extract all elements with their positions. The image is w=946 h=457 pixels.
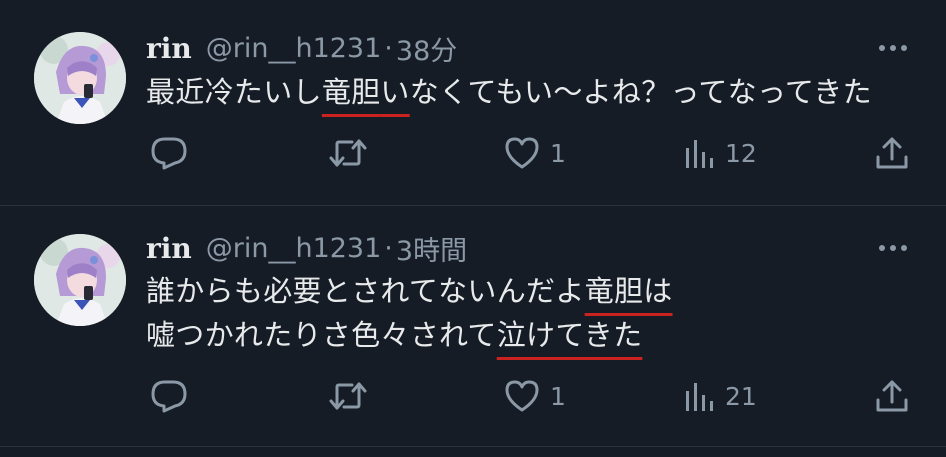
- heart-icon: [505, 137, 539, 169]
- separator-dot: ·: [384, 232, 393, 264]
- more-icon-dot: [901, 245, 907, 251]
- action-bar: 1 21: [0, 371, 946, 421]
- divider: [0, 446, 946, 447]
- views-button[interactable]: 21: [683, 371, 757, 421]
- text-segment: 最近冷たいし: [146, 75, 322, 109]
- views-icon: [686, 383, 713, 411]
- avatar[interactable]: [34, 234, 126, 326]
- text-segment: 誰からも必要とされてないんだよ: [146, 274, 585, 308]
- text-segment: 嘘つかれたりさ色々されて: [146, 318, 497, 352]
- like-count: 1: [550, 381, 566, 411]
- display-name[interactable]: rin: [146, 32, 192, 65]
- more-button[interactable]: [874, 36, 912, 60]
- post-time[interactable]: 3時間: [396, 229, 467, 268]
- timeline: rin @rin__h1231 · 38分 最近冷たいし竜胆いなくてもい〜よね？…: [0, 0, 946, 457]
- underlined-text: 竜胆: [321, 75, 381, 109]
- post-text: 誰からも必要とされてないんだよ竜胆は 嘘つかれたりさ色々されて泣けてきた: [146, 269, 926, 357]
- post-text-line: 最近冷たいし竜胆いなくてもい〜よね？ってなってきた: [146, 70, 926, 114]
- share-icon: [876, 137, 908, 169]
- post-header: rin @rin__h1231 · 38分: [146, 28, 457, 68]
- post-text-line: 嘘つかれたりさ色々されて泣けてきた: [146, 313, 926, 357]
- text-segment: なくてもい〜よね？ってなってきた: [409, 75, 872, 109]
- user-handle[interactable]: @rin__h1231: [206, 33, 382, 64]
- underlined-text: 泣けてきた: [496, 318, 643, 352]
- user-handle[interactable]: @rin__h1231: [206, 233, 382, 264]
- post-header: rin @rin__h1231 · 3時間: [146, 228, 467, 268]
- like-count: 1: [550, 138, 566, 168]
- retweet-icon: [329, 139, 367, 167]
- reply-icon: [151, 137, 187, 170]
- share-button[interactable]: [874, 128, 910, 178]
- more-icon-dot: [890, 245, 896, 251]
- avatar-image: [34, 234, 126, 326]
- heart-icon: [505, 380, 539, 412]
- view-count: 12: [725, 138, 757, 168]
- more-icon-dot: [901, 45, 907, 51]
- views-icon: [686, 140, 713, 168]
- retweet-button[interactable]: [328, 371, 368, 421]
- views-button[interactable]: 12: [683, 128, 757, 178]
- post-text-line: 誰からも必要とされてないんだよ竜胆は: [146, 269, 926, 313]
- more-icon: [879, 45, 885, 51]
- reply-icon: [151, 380, 187, 413]
- post-text: 最近冷たいし竜胆いなくてもい〜よね？ってなってきた: [146, 70, 926, 114]
- more-icon-dot: [890, 45, 896, 51]
- underlined-text: い: [380, 75, 410, 109]
- avatar-image: [34, 32, 126, 124]
- like-button[interactable]: 1: [504, 371, 566, 421]
- reply-button[interactable]: [150, 371, 188, 421]
- share-button[interactable]: [874, 371, 910, 421]
- underlined-text: 竜胆は: [584, 274, 673, 308]
- avatar[interactable]: [34, 32, 126, 124]
- retweet-icon: [329, 382, 367, 410]
- display-name[interactable]: rin: [146, 232, 192, 265]
- retweet-button[interactable]: [328, 128, 368, 178]
- more-button[interactable]: [874, 236, 912, 260]
- post[interactable]: rin @rin__h1231 · 38分 最近冷たいし竜胆いなくてもい〜よね？…: [0, 0, 946, 205]
- view-count: 21: [725, 381, 757, 411]
- post[interactable]: rin @rin__h1231 · 3時間 誰からも必要とされてないんだよ竜胆は…: [0, 206, 946, 446]
- reply-button[interactable]: [150, 128, 188, 178]
- separator-dot: ·: [384, 32, 393, 64]
- like-button[interactable]: 1: [504, 128, 566, 178]
- share-icon: [876, 380, 908, 412]
- post-time[interactable]: 38分: [396, 29, 457, 68]
- more-icon: [879, 245, 885, 251]
- action-bar: 1 12: [0, 128, 946, 178]
